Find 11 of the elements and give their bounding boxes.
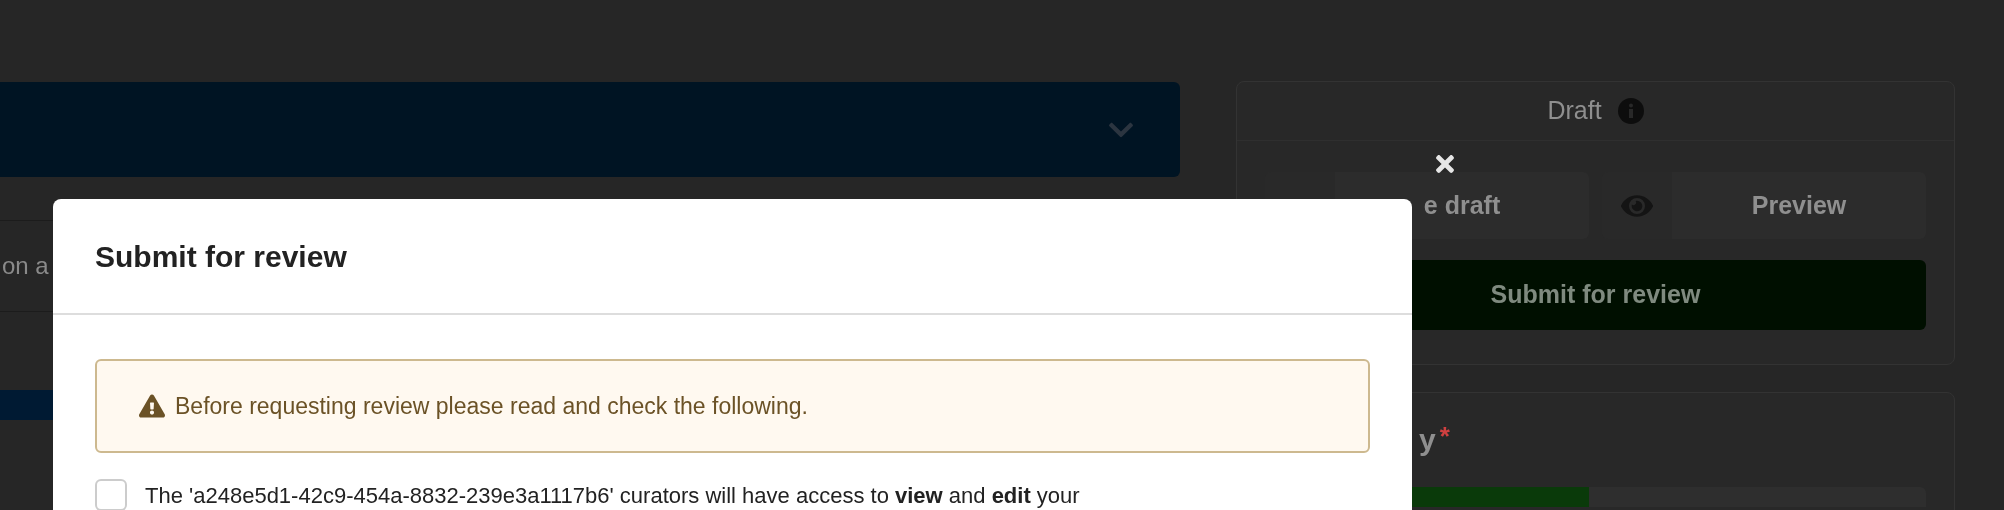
field-label: y: [1419, 422, 1436, 458]
panel-text: on a: [1, 251, 49, 281]
alert-text: Before requesting review please read and check the following.: [175, 391, 808, 421]
checklist-text: The 'a248e5d1-42c9-454a-8832-239e3a1117b6' curators will have access to view and edit your: [145, 482, 1080, 510]
status-label: Draft: [1547, 95, 1602, 127]
collapsed-panel-header[interactable]: [0, 82, 1180, 177]
info-icon: [1617, 98, 1644, 124]
modal-title: Submit for review: [95, 238, 347, 275]
checkbox[interactable]: [95, 479, 127, 510]
required-mark: *: [1439, 420, 1450, 453]
warning-icon: [139, 393, 165, 419]
